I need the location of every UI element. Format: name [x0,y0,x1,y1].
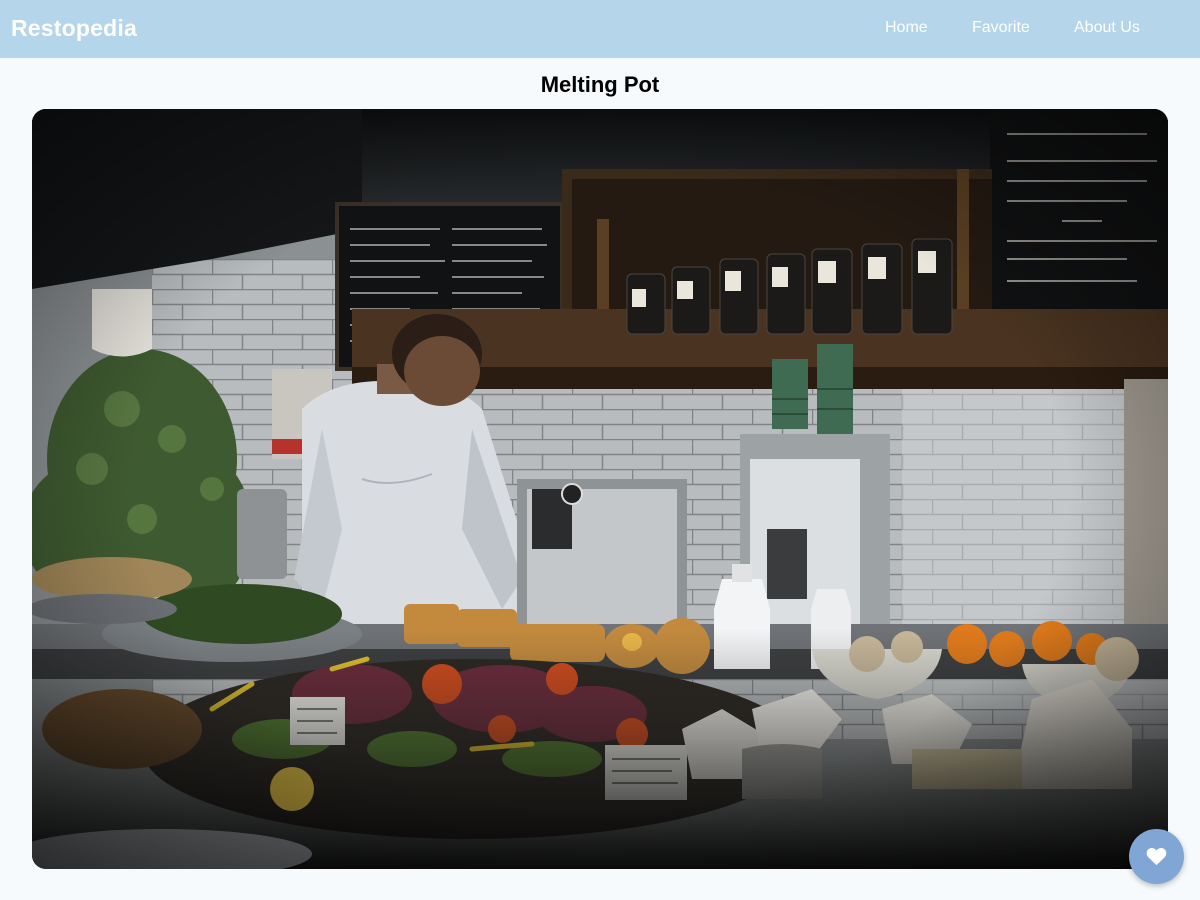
nav-link-favorite[interactable]: Favorite [972,19,1030,37]
nav-link-about-us[interactable]: About Us [1074,19,1140,37]
restaurant-name: Melting Pot [540,72,660,97]
navbar: Restopedia Home Favorite About Us [0,0,1200,58]
nav-link-home[interactable]: Home [885,19,928,37]
restaurant-image-illustration [32,109,1168,869]
heart-icon [1146,848,1167,866]
brand-logo[interactable]: Restopedia [11,15,137,42]
favorite-button[interactable] [1129,829,1184,884]
restaurant-image [32,109,1168,869]
